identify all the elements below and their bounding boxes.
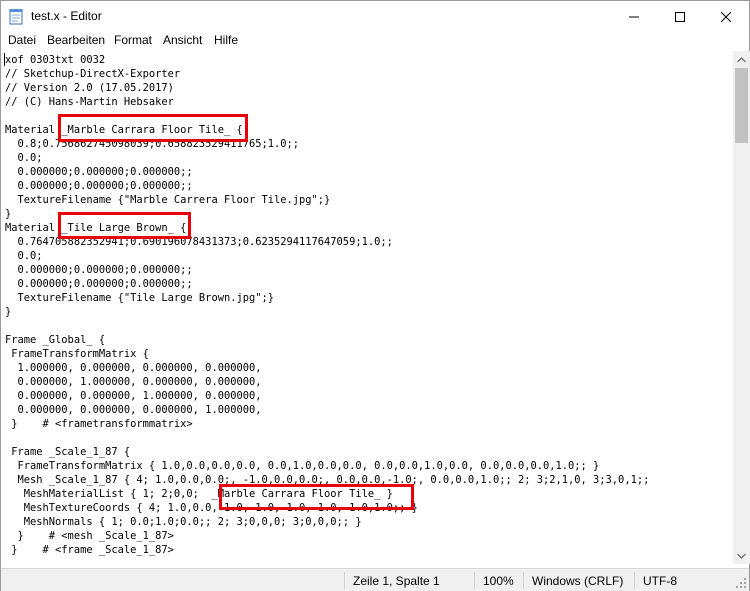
code-line: } # <frametransformmatrix> [5, 418, 193, 430]
scroll-up-button[interactable] [733, 51, 750, 68]
notepad-window: test.x - Editor Datei Bearbeiten Format … [0, 0, 750, 591]
code-line: } # <mesh _Scale_1_87> [5, 530, 174, 542]
code-line: 0.000000;0.000000;0.000000;; [5, 264, 193, 276]
code-line: TextureFilename {"Marble Carrera Floor T… [5, 194, 331, 206]
maximize-button[interactable] [657, 1, 703, 32]
highlight-box-mesh-material-ref [219, 484, 414, 510]
scrollbar-thumb[interactable] [735, 68, 748, 143]
resize-grip-icon[interactable] [735, 577, 747, 589]
code-line: 0.0; [5, 250, 43, 262]
status-separator [474, 572, 475, 589]
status-separator [523, 572, 524, 589]
code-line: // (C) Hans-Martin Hebsaker [5, 96, 174, 108]
scroll-down-button[interactable] [733, 547, 750, 564]
code-line: } # <frame _Scale_1_87> [5, 544, 174, 556]
menu-ansicht[interactable]: Ansicht [163, 33, 202, 47]
status-separator [344, 572, 345, 589]
code-line: // Version 2.0 (17.05.2017) [5, 82, 174, 94]
menu-bar: Datei Bearbeiten Format Ansicht Hilfe [1, 32, 749, 51]
menu-format[interactable]: Format [114, 33, 152, 47]
scroll-down-arrow-icon [737, 553, 746, 559]
notepad-icon [9, 9, 23, 25]
maximize-icon [675, 11, 685, 22]
menu-datei[interactable]: Datei [8, 33, 36, 47]
status-line-endings: Windows (CRLF) [532, 574, 624, 588]
minimize-icon [629, 16, 639, 17]
highlight-box-marble-material [58, 114, 248, 142]
title-bar[interactable]: test.x - Editor [1, 1, 749, 32]
status-zoom: 100% [483, 574, 514, 588]
code-line: } [5, 208, 12, 220]
text-editor-area[interactable]: xof 0303txt 0032 // Sketchup-DirectX-Exp… [1, 51, 733, 564]
close-button[interactable] [703, 1, 749, 32]
code-line: 0.0; [5, 152, 43, 164]
menu-hilfe[interactable]: Hilfe [214, 33, 238, 47]
code-line: } [5, 306, 12, 318]
text-cursor [4, 53, 5, 66]
menu-bearbeiten[interactable]: Bearbeiten [47, 33, 105, 47]
code-line: 0.000000;0.000000;0.000000;; [5, 180, 193, 192]
status-cursor-position: Zeile 1, Spalte 1 [353, 574, 440, 588]
vertical-scrollbar[interactable] [733, 51, 750, 564]
status-separator [634, 572, 635, 589]
code-line: 0.000000, 0.000000, 0.000000, 1.000000, [5, 404, 262, 416]
code-line: // Sketchup-DirectX-Exporter [5, 68, 181, 80]
code-line: 0.000000;0.000000;0.000000;; [5, 278, 193, 290]
minimize-button[interactable] [611, 1, 657, 32]
status-encoding: UTF-8 [643, 574, 677, 588]
window-title: test.x - Editor [31, 9, 102, 23]
code-line: FrameTransformMatrix { 1.0,0.0,0.0,0.0, … [5, 460, 600, 472]
highlight-box-tile-material [58, 212, 191, 239]
code-line: 0.000000;0.000000;0.000000;; [5, 166, 193, 178]
code-line: 1.000000, 0.000000, 0.000000, 0.000000, [5, 362, 262, 374]
code-line: Frame _Global_ { [5, 334, 106, 346]
code-line: Frame _Scale_1_87 { [5, 446, 131, 458]
status-bar: Zeile 1, Spalte 1 100% Windows (CRLF) UT… [1, 568, 749, 591]
code-line: xof 0303txt 0032 [5, 54, 106, 66]
code-line: FrameTransformMatrix { [5, 348, 149, 360]
code-line: TextureFilename {"Tile Large Brown.jpg";… [5, 292, 275, 304]
code-line: MeshNormals { 1; 0.0;1.0;0.0;; 2; 3;0,0,… [5, 516, 362, 528]
scroll-up-arrow-icon [737, 56, 746, 62]
close-icon [721, 11, 731, 22]
code-line: 0.000000, 0.000000, 1.000000, 0.000000, [5, 390, 262, 402]
code-line: 0.000000, 1.000000, 0.000000, 0.000000, [5, 376, 262, 388]
